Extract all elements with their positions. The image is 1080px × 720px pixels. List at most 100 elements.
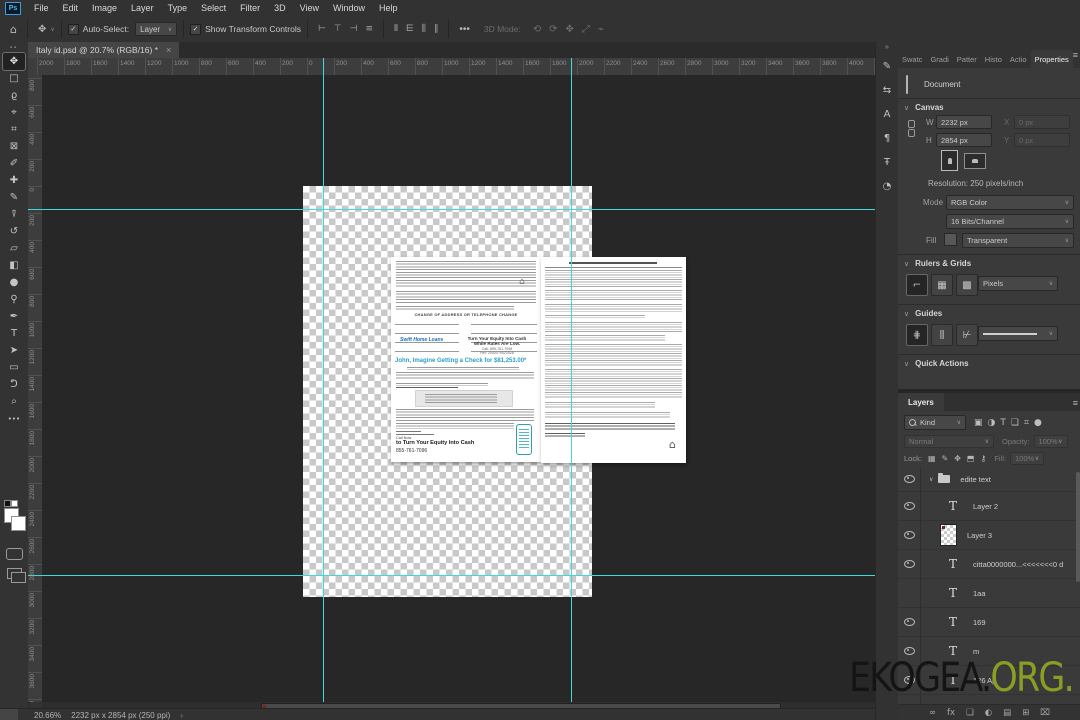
lock-pixels-icon[interactable]: ✎ — [942, 454, 949, 463]
healing-brush-tool[interactable]: ✚ — [3, 172, 25, 189]
menu-layer[interactable]: Layer — [124, 0, 161, 16]
layer-name[interactable]: 169 — [973, 618, 986, 627]
auto-select-dropdown[interactable]: Layer ∨ — [135, 22, 178, 36]
rectangular-marquee-tool[interactable]: □ — [3, 70, 25, 87]
brush-settings-panel-icon[interactable]: ✎ — [876, 54, 898, 78]
document-tab[interactable]: Italy id.psd @ 20.7% (RGB/16) * × — [28, 42, 180, 58]
filter-on-toggle-icon[interactable]: ● — [1034, 418, 1042, 428]
menu-image[interactable]: Image — [85, 0, 124, 16]
clone-source-panel-icon[interactable]: ⇆ — [876, 78, 898, 102]
panel-tab-swatc[interactable]: Swatc — [898, 50, 926, 68]
layer-style-icon[interactable]: fx — [947, 708, 955, 718]
expand-panels-icon[interactable]: » — [876, 42, 898, 54]
rectangle-tool[interactable]: ▭ — [3, 359, 25, 376]
zoom-level-field[interactable]: 20.66% — [34, 711, 61, 720]
filter-shape-layers-icon[interactable]: ❏ — [1011, 418, 1019, 428]
landscape-orientation-button[interactable] — [964, 153, 986, 169]
clone-stamp-tool[interactable]: ⍒ — [3, 206, 25, 223]
visibility-cell[interactable] — [898, 492, 921, 520]
history-brush-tool[interactable]: ↺ — [3, 223, 25, 240]
background-color-swatch[interactable] — [11, 516, 26, 531]
ruler-units-dropdown[interactable]: Pixels ∨ — [978, 276, 1058, 291]
menu-help[interactable]: Help — [372, 0, 405, 16]
paragraph-panel-icon[interactable]: ¶ — [876, 126, 898, 150]
dodge-tool[interactable]: ⚲ — [3, 291, 25, 308]
menu-filter[interactable]: Filter — [233, 0, 267, 16]
lock-position-icon[interactable]: ✥ — [954, 454, 961, 463]
layer-mask-icon[interactable]: ❏ — [966, 708, 974, 718]
distribute-right-edges-icon[interactable]: ⫼ — [422, 24, 426, 34]
guides-toggle-icon[interactable]: ⋕ — [906, 324, 928, 346]
eye-icon[interactable] — [903, 502, 915, 510]
visibility-cell[interactable] — [898, 608, 921, 636]
3d-pan-icon[interactable]: ✥ — [566, 24, 574, 35]
preset-chevron-icon[interactable]: ∨ — [50, 26, 54, 33]
foreground-background-colors[interactable] — [4, 500, 26, 534]
new-layer-icon[interactable]: ⊞ — [1022, 708, 1029, 718]
adjustment-layer-icon[interactable]: ◐ — [985, 708, 992, 718]
lock-guides-icon[interactable]: ⫼ — [931, 324, 953, 346]
layer-name[interactable]: edite text — [960, 475, 990, 484]
gradient-tool[interactable]: ◧ — [3, 257, 25, 274]
align-left-edges-icon[interactable]: ⊢ — [318, 24, 326, 34]
brush-tool[interactable]: ✎ — [3, 189, 25, 206]
lock-all-icon[interactable]: ⚷ — [980, 454, 986, 463]
bit-depth-dropdown[interactable]: 16 Bits/Channel ∨ — [946, 214, 1074, 229]
swap-colors-icon[interactable] — [11, 500, 18, 507]
menu-select[interactable]: Select — [194, 0, 233, 16]
close-tab-icon[interactable]: × — [166, 45, 171, 55]
eraser-tool[interactable]: ▱ — [3, 240, 25, 257]
grid-toggle-icon[interactable]: ▦ — [931, 274, 953, 296]
layer-row[interactable]: T 169 — [898, 608, 1080, 637]
3d-slide-icon[interactable]: ⤢ — [582, 24, 590, 35]
frame-tool[interactable]: ⊠ — [3, 138, 25, 155]
panel-tab-properties[interactable]: Properties — [1030, 50, 1073, 68]
layer-name[interactable]: 1aa — [973, 589, 986, 598]
distribute-left-edges-icon[interactable]: ⫴ — [394, 24, 398, 34]
status-chevron-icon[interactable]: › — [180, 711, 183, 720]
document-page-right[interactable]: ⌂ — [541, 257, 686, 463]
layers-menu-icon[interactable]: ≡ — [1073, 398, 1078, 408]
panel-tab-patter[interactable]: Patter — [953, 50, 981, 68]
layer-name[interactable]: Layer 3 — [967, 531, 992, 540]
layer-row[interactable]: Layer 3 — [898, 521, 1080, 550]
object-selection-tool[interactable]: ⌖ — [3, 104, 25, 121]
move-tool[interactable]: ✥ — [2, 52, 26, 71]
color-mode-dropdown[interactable]: RGB Color ∨ — [946, 195, 1074, 210]
clear-guides-icon[interactable]: ⊬ — [956, 324, 978, 346]
eyedropper-tool[interactable]: ✐ — [3, 155, 25, 172]
portrait-orientation-button[interactable] — [941, 150, 958, 171]
quick-mask-button[interactable] — [5, 548, 23, 560]
filter-pixel-layers-icon[interactable]: ▣ — [974, 418, 983, 428]
auto-select-checkbox[interactable]: ✓ — [67, 23, 79, 35]
home-icon[interactable]: ⌂ — [6, 23, 21, 36]
show-transform-checkbox[interactable]: ✓ — [190, 23, 202, 35]
visibility-cell[interactable] — [898, 521, 921, 549]
more-options-icon[interactable]: ••• — [455, 24, 474, 35]
type-tool[interactable]: T — [3, 325, 25, 342]
eye-icon[interactable] — [903, 560, 915, 568]
layer-row[interactable]: T 1aa — [898, 579, 1080, 608]
horizontal-guide[interactable] — [42, 209, 875, 210]
visibility-cell[interactable] — [898, 467, 921, 491]
distribute-horizontal-centers-icon[interactable]: ⋿ — [406, 24, 414, 34]
rulers-toggle-icon[interactable]: ⌐ — [906, 274, 928, 296]
opacity-field[interactable]: 100% ∨ — [1033, 434, 1068, 448]
eye-icon[interactable] — [903, 475, 915, 483]
panel-tab-histo[interactable]: Histo — [981, 50, 1006, 68]
layer-row[interactable]: T Layer 2 — [898, 492, 1080, 521]
fill-swatch[interactable] — [944, 233, 957, 246]
pen-tool[interactable]: ✒ — [3, 308, 25, 325]
filter-type-layers-icon[interactable]: T — [1000, 418, 1006, 428]
libraries-panel-icon[interactable]: ◔ — [876, 174, 898, 198]
panel-tab-gradi[interactable]: Gradi — [926, 50, 952, 68]
canvas-area[interactable]: ⌂ CHANGE OF ADDRESS OR TELEPHONE CHANGE … — [42, 75, 875, 702]
vertical-guide[interactable] — [571, 75, 572, 702]
layers-tab[interactable]: Layers — [898, 393, 944, 411]
toolbar-collapse-icon[interactable]: ▪▪ — [0, 42, 28, 53]
delete-layer-icon[interactable]: ⌧ — [1040, 708, 1050, 718]
lasso-tool[interactable]: ϱ — [3, 87, 25, 104]
canvas-section-header[interactable]: ∨ Canvas — [904, 103, 944, 112]
screen-mode-button[interactable] — [6, 568, 26, 583]
x-field[interactable]: 0 px — [1014, 115, 1070, 129]
